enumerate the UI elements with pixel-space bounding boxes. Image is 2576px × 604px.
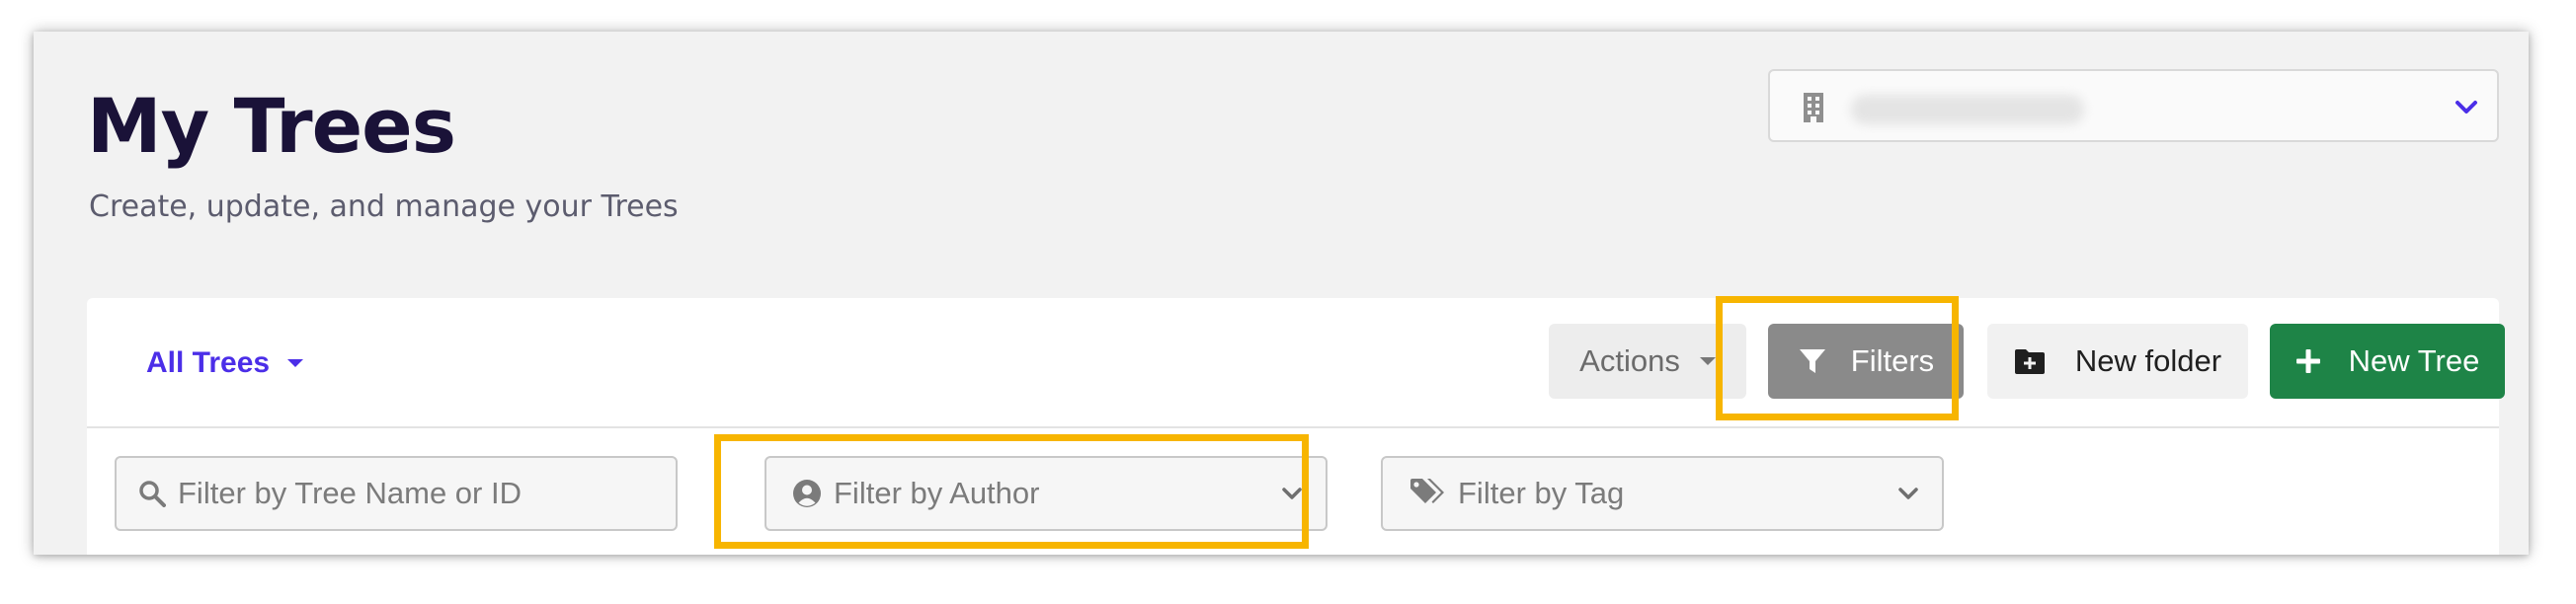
author-filter-placeholder: Filter by Author: [834, 476, 1040, 510]
actions-label: Actions: [1579, 343, 1680, 378]
tag-filter-placeholder: Filter by Tag: [1458, 476, 1625, 510]
new-tree-button[interactable]: New Tree: [2270, 324, 2505, 399]
folder-plus-icon: [2014, 349, 2045, 374]
new-folder-button[interactable]: New folder: [1987, 324, 2248, 399]
tree-name-filter[interactable]: [115, 456, 678, 531]
all-trees-label: All Trees: [146, 346, 271, 379]
chevron-down-icon: [2455, 101, 2477, 113]
author-filter-select[interactable]: Filter by Author: [765, 456, 1328, 531]
actions-button[interactable]: Actions: [1549, 324, 1746, 399]
plus-icon: [2295, 349, 2320, 373]
organization-name-redacted: [1851, 95, 2084, 124]
caret-down-icon: [287, 359, 304, 367]
all-trees-dropdown[interactable]: All Trees: [146, 343, 304, 383]
building-icon: [1804, 93, 1823, 122]
filters-label: Filters: [1850, 343, 1935, 378]
toolbar-divider: [87, 426, 2499, 428]
caret-down-icon: [1699, 357, 1716, 365]
page-subtitle: Create, update, and manage your Trees: [89, 189, 679, 224]
tags-icon: [1410, 479, 1444, 503]
trees-panel: All Trees Actions Filters New folder New…: [87, 298, 2505, 555]
chevron-down-icon: [1898, 488, 1918, 499]
app-window: My Trees Create, update, and manage your…: [34, 32, 2529, 555]
tree-name-filter-input[interactable]: [176, 475, 676, 512]
page-title: My Trees: [87, 82, 456, 170]
filter-icon: [1799, 349, 1825, 373]
new-folder-label: New folder: [2074, 343, 2222, 378]
search-icon: [139, 481, 166, 507]
tag-filter-select[interactable]: Filter by Tag: [1381, 456, 1944, 531]
organization-select[interactable]: [1768, 69, 2499, 142]
user-circle-icon: [793, 480, 821, 507]
chevron-down-icon: [1282, 488, 1302, 499]
filters-button[interactable]: Filters: [1768, 324, 1964, 399]
new-tree-label: New Tree: [2348, 343, 2480, 378]
